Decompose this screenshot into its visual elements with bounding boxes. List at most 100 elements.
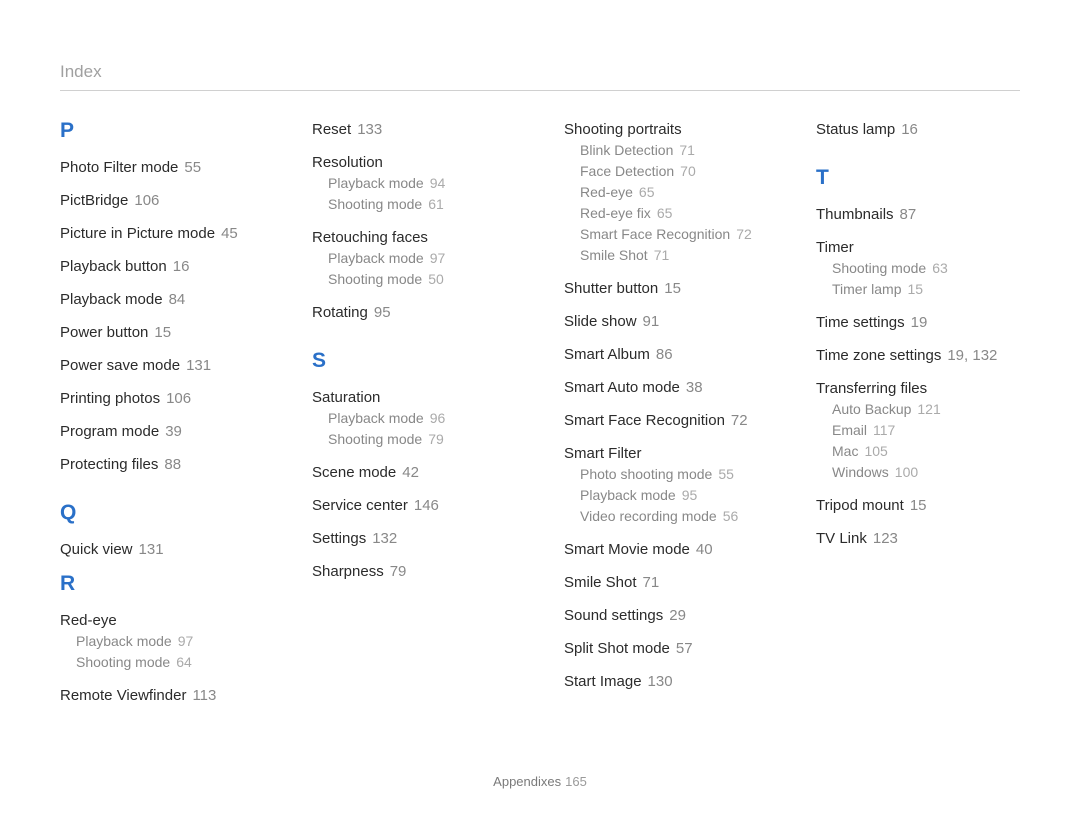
index-entry[interactable]: Sound settings29 (564, 605, 768, 626)
index-sub-entry[interactable]: Blink Detection 71 (580, 140, 768, 161)
index-entry[interactable]: Slide show91 (564, 311, 768, 332)
sub-page: 15 (908, 281, 924, 297)
index-entry[interactable]: Smart FilterPhoto shooting mode55Playbac… (564, 443, 768, 527)
entry-page: 19, 132 (947, 347, 997, 364)
index-entry[interactable]: Shooting portraits Blink Detection 71 Face … (564, 119, 768, 266)
sub-page: 105 (864, 443, 887, 459)
sub-label: Blink Detection (580, 142, 673, 158)
index-sub-entry[interactable]: Shooting mode61 (328, 194, 516, 215)
index-sub-entry[interactable]: Mac105 (832, 441, 1020, 462)
entry-page: 133 (357, 121, 382, 138)
sub-page: 117 (873, 422, 895, 438)
index-columns: P Photo Filter mode 55 PictBridge106 Picture… (60, 119, 1020, 709)
index-entry[interactable]: Tripod mount15 (816, 495, 1020, 516)
index-sub-entry[interactable]: Video recording mode56 (580, 506, 768, 527)
sub-label: Video recording mode (580, 508, 717, 524)
sub-page: 65 (657, 205, 673, 221)
index-entry[interactable]: Time zone settings19, 132 (816, 345, 1020, 366)
index-entry[interactable]: Playback button16 (60, 256, 264, 277)
index-sub-entry[interactable]: Shooting mode79 (328, 429, 516, 450)
index-entry[interactable]: TV Link123 (816, 528, 1020, 549)
index-entry[interactable]: Picture in Picture mode45 (60, 223, 264, 244)
sub-label: Smile Shot (580, 247, 648, 263)
index-sub-entry[interactable]: Photo shooting mode55 (580, 464, 768, 485)
index-sub-entry[interactable]: Face Detection70 (580, 161, 768, 182)
index-entry[interactable]: ResolutionPlayback mode94Shooting mode61 (312, 152, 516, 215)
entry-label: Photo Filter mode (60, 159, 178, 176)
entry-page: 84 (169, 291, 186, 308)
index-entry[interactable]: Power button15 (60, 322, 264, 343)
index-entry[interactable]: TimerShooting mode63Timer lamp15 (816, 237, 1020, 300)
index-sub-entry[interactable]: Smart Face Recognition72 (580, 224, 768, 245)
index-entry[interactable]: Transferring files Auto Backup121Email117… (816, 378, 1020, 483)
index-entry[interactable]: Photo Filter mode 55 (60, 157, 264, 178)
index-sub-entry[interactable]: Smile Shot71 (580, 245, 768, 266)
entry-page: 45 (221, 225, 238, 242)
index-sub-entry[interactable]: Shooting mode50 (328, 269, 516, 290)
index-sub-entry[interactable]: Shooting mode64 (76, 652, 264, 673)
entry-label: Protecting files (60, 456, 158, 473)
index-sub-entry[interactable]: Playback mode95 (580, 485, 768, 506)
index-entry[interactable]: Printing photos106 (60, 388, 264, 409)
section-letter: T (816, 166, 1020, 190)
index-entry[interactable]: Time settings19 (816, 312, 1020, 333)
index-entry[interactable]: Smile Shot71 (564, 572, 768, 593)
index-sub-entry[interactable]: Playback mode94 (328, 173, 516, 194)
entry-label: Smart Face Recognition (564, 412, 725, 429)
entry-page: 113 (192, 687, 216, 704)
sub-page: 70 (680, 163, 696, 179)
index-sub-entry[interactable]: Timer lamp15 (832, 279, 1020, 300)
entry-label: Playback button (60, 258, 167, 275)
index-entry[interactable]: Rotating95 (312, 302, 516, 323)
entry-label: Power save mode (60, 357, 180, 374)
index-sub-entry[interactable]: Auto Backup121 (832, 399, 1020, 420)
index-sub-entry[interactable]: Playback mode97 (76, 631, 264, 652)
index-entry[interactable]: Split Shot mode57 (564, 638, 768, 659)
index-entry[interactable]: Retouching facesPlayback mode97Shooting … (312, 227, 516, 290)
index-entry[interactable]: Smart Auto mode38 (564, 377, 768, 398)
index-sub-entry[interactable]: Playback mode96 (328, 408, 516, 429)
index-entry[interactable]: Power save mode131 (60, 355, 264, 376)
index-entry[interactable]: Smart Face Recognition72 (564, 410, 768, 431)
index-entry[interactable]: Smart Movie mode40 (564, 539, 768, 560)
section-letter: P (60, 119, 264, 143)
entry-page: 15 (910, 497, 927, 514)
index-entry[interactable]: Remote Viewfinder113 (60, 685, 264, 706)
index-entry[interactable]: Service center146 (312, 495, 516, 516)
entry-label: Shooting portraits (564, 121, 682, 138)
index-sub-entry[interactable]: Email117 (832, 420, 1020, 441)
index-entry[interactable]: Scene mode42 (312, 462, 516, 483)
entry-label: Transferring files (816, 380, 927, 397)
index-sub-entry[interactable]: Red-eye fix65 (580, 203, 768, 224)
index-entry[interactable]: PictBridge106 (60, 190, 264, 211)
index-sub-entry[interactable]: Playback mode97 (328, 248, 516, 269)
index-entry[interactable]: Reset133 (312, 119, 516, 140)
sub-page: 94 (430, 175, 446, 191)
index-entry[interactable]: Quick view131 (60, 539, 264, 560)
index-sub-entry[interactable]: Windows100 (832, 462, 1020, 483)
index-entry[interactable]: Thumbnails87 (816, 204, 1020, 225)
index-entry[interactable]: Saturation Playback mode96Shooting mode79 (312, 387, 516, 450)
index-entry[interactable]: Start Image130 (564, 671, 768, 692)
entry-label: Sound settings (564, 607, 663, 624)
index-entry[interactable]: Status lamp16 (816, 119, 1020, 140)
entry-page: 55 (184, 159, 201, 176)
index-entry[interactable]: Settings132 (312, 528, 516, 549)
index-entry[interactable]: Protecting files88 (60, 454, 264, 475)
entry-label: Time settings (816, 314, 905, 331)
entry-label: Thumbnails (816, 206, 894, 223)
entry-label: Saturation (312, 389, 380, 406)
index-entry[interactable]: Program mode39 (60, 421, 264, 442)
index-entry[interactable]: Shutter button15 (564, 278, 768, 299)
index-entry[interactable]: Smart Album86 (564, 344, 768, 365)
index-entry[interactable]: Red-eyePlayback mode97Shooting mode64 (60, 610, 264, 673)
index-sub-entry[interactable]: Shooting mode63 (832, 258, 1020, 279)
sub-page: 71 (679, 142, 695, 158)
page-header: Index (60, 62, 1020, 91)
index-sub-entry[interactable]: Red-eye65 (580, 182, 768, 203)
sub-page: 100 (895, 464, 918, 480)
entry-page: 91 (643, 313, 660, 330)
index-entry[interactable]: Playback mode84 (60, 289, 264, 310)
index-entry[interactable]: Sharpness79 (312, 561, 516, 582)
entry-label: Power button (60, 324, 148, 341)
